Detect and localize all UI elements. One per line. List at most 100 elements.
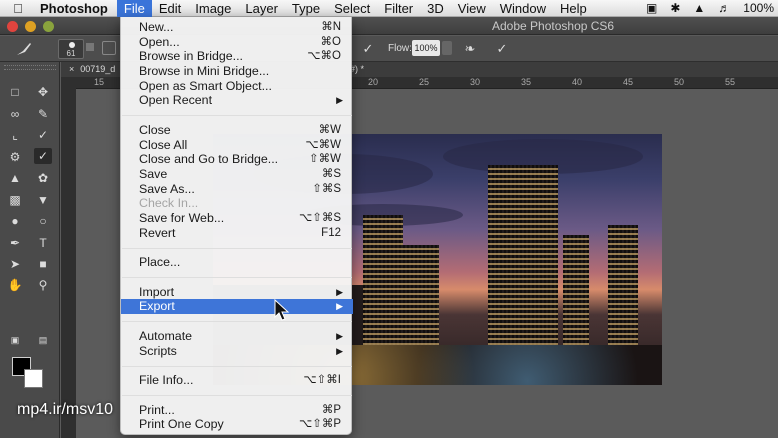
menu-item-close-all[interactable]: Close All ⌥⌘W <box>121 138 353 153</box>
blur-tool-icon[interactable]: ● <box>6 213 24 229</box>
brush-tool-icon-panel[interactable]: ✓ <box>34 148 52 164</box>
menu-separator <box>122 248 352 249</box>
menu-view[interactable]: View <box>451 0 493 17</box>
submenu-arrow-icon: ▶ <box>336 301 343 311</box>
wifi-icon[interactable]: ▲ <box>693 0 705 17</box>
menu-item-revert[interactable]: Revert F12 <box>121 226 353 241</box>
menu-item-place[interactable]: Place... <box>121 255 353 270</box>
ruler-tick: 30 <box>470 77 481 87</box>
mouse-cursor-icon <box>274 299 290 321</box>
tab-close-icon[interactable]: × <box>69 64 74 74</box>
menu-item-import[interactable]: Import ▶ <box>121 285 353 300</box>
submenu-arrow-icon: ▶ <box>336 287 343 297</box>
menu-app-name[interactable]: Photoshop <box>36 0 117 17</box>
menu-filter[interactable]: Filter <box>377 0 420 17</box>
zoom-window-icon[interactable] <box>43 21 54 32</box>
paint-bucket-tool-icon[interactable]: ▼ <box>34 192 52 208</box>
menu-item-save-for-web[interactable]: Save for Web... ⌥⇧⌘S <box>121 211 353 226</box>
menu-separator <box>122 277 352 278</box>
bluetooth-icon[interactable]: ✱ <box>670 0 680 17</box>
menu-item-close[interactable]: Close ⌘W <box>121 123 353 138</box>
eraser-tool-icon[interactable]: ▩ <box>6 192 24 208</box>
menu-item-print-one-copy[interactable]: Print One Copy ⌥⇧⌘P <box>121 417 353 432</box>
menu-item-close-and-go-to-bridge[interactable]: Close and Go to Bridge... ⇧⌘W <box>121 152 353 167</box>
submenu-arrow-icon: ▶ <box>336 95 343 105</box>
menu-item-browse-in-bridge[interactable]: Browse in Bridge... ⌥⌘O <box>121 49 353 64</box>
healing-tool-icon[interactable]: ⚙ <box>6 149 24 165</box>
crop-tool-icon[interactable]: ⌞ <box>6 127 24 143</box>
ruler-tick: 55 <box>725 77 736 87</box>
eyedropper-tool-icon[interactable]: ✓ <box>34 127 52 143</box>
tablet-pressure-icon[interactable]: ❧ <box>462 41 478 57</box>
document-tab-label: 00719_d <box>80 64 116 74</box>
shape-tool-icon[interactable]: ■ <box>34 256 52 272</box>
ruler-tick: 25 <box>419 77 430 87</box>
window-title: Adobe Photoshop CS6 <box>492 19 615 33</box>
menu-item-file-info[interactable]: File Info... ⌥⇧⌘I <box>121 373 353 388</box>
submenu-arrow-icon: ▶ <box>336 346 343 356</box>
menu-file[interactable]: File <box>116 0 152 17</box>
ruler-tick: 45 <box>623 77 634 87</box>
airbrush-icon[interactable]: ✓ <box>360 41 376 57</box>
pen-tool-icon[interactable]: ✒ <box>6 235 24 251</box>
move-tool-icon[interactable]: ✥ <box>34 84 52 100</box>
apple-icon[interactable]:  <box>0 1 36 16</box>
close-window-icon[interactable] <box>7 21 18 32</box>
menu-type[interactable]: Type <box>285 0 327 17</box>
type-tool-icon[interactable]: T <box>34 235 52 251</box>
menu-bar:  Photoshop File Edit Image Layer Type S… <box>0 0 778 17</box>
tablet-size-icon[interactable]: ✓ <box>494 41 510 57</box>
background-color-swatch[interactable] <box>24 369 43 388</box>
menu-layer[interactable]: Layer <box>238 0 285 17</box>
panel-grip[interactable] <box>4 65 56 70</box>
volume-icon[interactable]: ♬ <box>718 0 730 17</box>
menu-item-automate[interactable]: Automate ▶ <box>121 329 353 344</box>
menu-item-open[interactable]: Open... ⌘O <box>121 35 353 50</box>
camera-icon[interactable]: ▣ <box>646 0 657 17</box>
menu-item-save-as[interactable]: Save As... ⇧⌘S <box>121 182 353 197</box>
tools-panel: □ ✥ ∞ ✎ ⌞ ✓ ⚙ ✓ ▲ ✿ ▩ ▼ ● ○ ✒ T ➤ ■ ✋ ⚲ … <box>0 62 60 438</box>
clone-stamp-tool-icon[interactable]: ▲ <box>6 170 24 186</box>
menu-window[interactable]: Window <box>493 0 553 17</box>
quick-mask-icon[interactable]: ▣ <box>6 332 24 348</box>
battery-level[interactable]: 100% <box>743 0 774 17</box>
menu-item-check-in: Check In... <box>139 196 199 210</box>
menu-help[interactable]: Help <box>553 0 594 17</box>
zoom-tool-icon[interactable]: ⚲ <box>34 277 52 293</box>
hand-tool-icon[interactable]: ✋ <box>6 277 24 293</box>
ruler-tick: 35 <box>521 77 532 87</box>
flow-dropdown[interactable] <box>442 41 452 55</box>
quick-select-tool-icon[interactable]: ✎ <box>34 106 52 122</box>
brush-tool-icon[interactable] <box>14 40 34 58</box>
menu-3d[interactable]: 3D <box>420 0 451 17</box>
file-menu: New... ⌘N Open... ⌘O Browse in Bridge... ⌥⌘… <box>120 17 353 435</box>
menu-item-scripts[interactable]: Scripts ▶ <box>121 344 353 359</box>
minimize-window-icon[interactable] <box>25 21 36 32</box>
menu-separator <box>122 395 352 396</box>
menu-item-export[interactable]: Export ▶ <box>121 299 353 314</box>
menu-item-new[interactable]: New... ⌘N <box>121 20 353 35</box>
menu-edit[interactable]: Edit <box>152 0 188 17</box>
history-brush-tool-icon[interactable]: ✿ <box>34 170 52 186</box>
path-select-tool-icon[interactable]: ➤ <box>6 256 24 272</box>
menu-item-save[interactable]: Save ⌘S <box>121 167 353 182</box>
menu-item-open-recent[interactable]: Open Recent ▶ <box>121 93 353 108</box>
menu-separator <box>122 115 352 116</box>
menu-item-open-as-smart-object[interactable]: Open as Smart Object... <box>121 79 353 94</box>
menu-item-print[interactable]: Print... ⌘P <box>121 403 353 418</box>
brush-preset-dropdown[interactable] <box>86 43 94 51</box>
screen-mode-icon[interactable]: ▤ <box>34 332 52 348</box>
menu-select[interactable]: Select <box>327 0 377 17</box>
menu-image[interactable]: Image <box>188 0 238 17</box>
options-bar: 61 ✓ Flow: 100% ❧ ✓ <box>0 36 778 62</box>
menu-item-browse-in-mini-bridge[interactable]: Browse in Mini Bridge... <box>121 64 353 79</box>
document-tab-rest: #) * <box>350 62 778 77</box>
flow-input[interactable]: 100% <box>412 40 440 56</box>
brush-size-picker[interactable]: 61 <box>58 39 84 59</box>
dodge-tool-icon[interactable]: ○ <box>34 213 52 229</box>
lasso-tool-icon[interactable]: ∞ <box>6 106 24 122</box>
watermark: mp4.ir/msv10 <box>17 401 114 418</box>
brush-panel-toggle[interactable] <box>102 41 116 55</box>
marquee-tool-icon[interactable]: □ <box>6 84 24 100</box>
ruler-tick: 40 <box>572 77 583 87</box>
